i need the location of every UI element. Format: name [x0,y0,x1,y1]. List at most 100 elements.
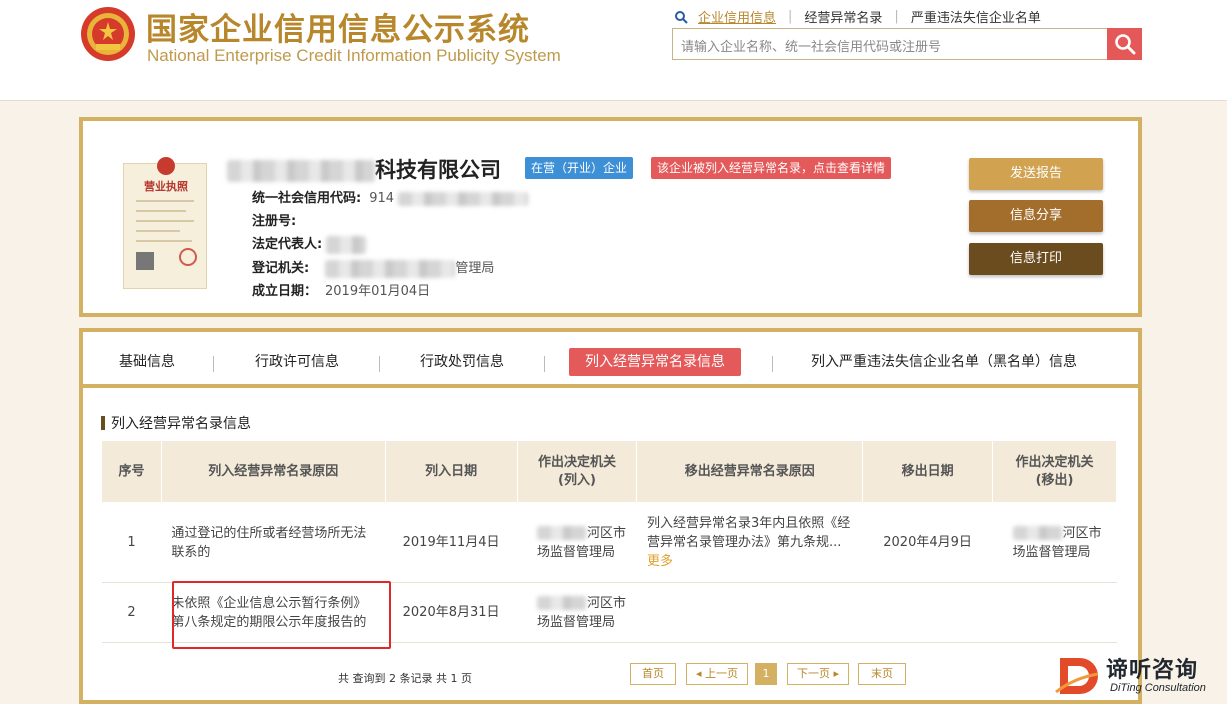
divider: | [788,9,793,24]
redacted-name [227,160,375,182]
th-authority-in: 作出决定机关(列入) [516,440,638,503]
redacted-authority [537,526,587,540]
table-header-row: 序号 列入经营异常名录原因 列入日期 作出决定机关(列入) 移出经营异常名录原因… [101,440,1117,503]
more-link[interactable]: 更多 [647,554,673,569]
prev-label: 上一页 [705,667,739,680]
license-line [136,240,192,242]
watermark-en: DiTing Consultation [1110,682,1206,694]
remove-reason-text: 列入经营异常名录3年内且依照《经营异常名录管理办法》第九条规... [646,516,851,550]
site-header: 国家企业信用信息公示系统 National Enterprise Credit … [0,0,1227,101]
cell-date: 2019年11月4日 [385,502,517,583]
credit-code-label: 统一社会信用代码: [252,191,362,206]
section-title-text: 列入经营异常名录信息 [111,416,251,432]
th-no: 序号 [101,440,162,503]
national-emblem-icon [81,7,135,61]
qr-code-icon [136,252,154,270]
th-authority-out: 作出决定机关(移出) [992,440,1117,503]
link-abnormal-list[interactable]: 经营异常名录 [804,7,882,26]
cell-reason: 通过登记的住所或者经营场所无法联系的 [161,502,386,583]
print-info-button[interactable]: 信息打印 [969,243,1103,275]
pager-summary: 共 查询到 2 条记录 共 1 页 [338,672,472,685]
tab-bar: 基础信息 行政许可信息 行政处罚信息 列入经营异常名录信息 列入严重违法失信企业… [83,332,1138,388]
site-title-cn: 国家企业信用信息公示系统 [146,12,530,48]
credit-code-value: 914 [369,191,395,206]
cell-remove-authority: 河区市场监督管理局 [992,502,1117,583]
business-license-image[interactable]: 营业执照 [123,157,207,289]
redacted-rep [326,235,367,254]
reg-no-row: 注册号: [252,210,296,229]
th-reason: 列入经营异常名录原因 [160,440,386,503]
detail-panel: 基础信息 行政许可信息 行政处罚信息 列入经营异常名录信息 列入严重违法失信企业… [79,328,1142,704]
reg-no-label: 注册号: [252,214,297,229]
abnormal-alert-badge[interactable]: 该企业被列入经营异常名录，点击查看详情 [651,157,892,179]
link-blacklist[interactable]: 严重违法失信企业名单 [911,7,1041,26]
company-card: 营业执照 科技有限公司 在营（开业）企业 该企业被列入经营异常名录，点击查看详情… [79,117,1142,317]
cell-no: 2 [101,582,162,643]
prev-page-button[interactable]: ◂ 上一页 [686,663,748,685]
tab-admin-license[interactable]: 行政许可信息 [255,348,339,376]
top-links: 企业信用信息 | 经营异常名录 | 严重违法失信企业名单 [674,7,1041,26]
tab-divider [772,356,773,372]
last-page-button[interactable]: 末页 [858,663,906,685]
th-date: 列入日期 [384,440,518,503]
th-remove-date: 移出日期 [862,440,994,503]
th-remove-reason: 移出经营异常名录原因 [636,440,864,503]
search-input[interactable]: 请输入企业名称、统一社会信用代码或注册号 [672,28,1108,60]
license-line [136,220,194,222]
authority-label: 登记机关: [252,261,310,276]
tab-admin-penalty[interactable]: 行政处罚信息 [420,348,504,376]
license-line [136,230,180,232]
first-page-button[interactable]: 首页 [630,663,676,685]
section-title: 列入经营异常名录信息 [101,413,251,433]
est-date-value: 2019年01月04日 [325,284,431,299]
license-line [136,210,186,212]
page-1-button[interactable]: 1 [755,663,777,685]
credit-code-row: 统一社会信用代码: 914 [252,187,529,206]
search-button[interactable] [1107,28,1142,60]
company-name-suffix: 科技有限公司 [375,158,501,182]
cell-remove-reason [636,582,863,643]
redacted-code [398,191,529,206]
cell-remove-authority [992,582,1117,643]
send-report-button[interactable]: 发送报告 [969,158,1103,190]
cell-authority: 河区市场监督管理局 [517,502,637,583]
magnifier-icon [1114,34,1135,55]
legal-rep-row: 法定代表人: [252,233,367,254]
license-line [136,200,194,202]
company-name: 科技有限公司 [227,154,501,184]
license-title: 营业执照 [144,180,188,193]
tab-blacklist[interactable]: 列入严重违法失信企业名单（黑名单）信息 [811,348,1077,376]
tab-basic-info[interactable]: 基础信息 [119,348,175,376]
authority-row: 登记机关: 管理局 [252,257,494,278]
cell-date: 2020年8月31日 [385,582,517,643]
tab-divider [379,356,380,372]
authority-value: 管理局 [455,261,495,276]
watermark-cn: 谛听咨询 [1106,658,1199,683]
cell-remove-date [862,582,993,643]
next-page-button[interactable]: 下一页 ▸ [787,663,849,685]
redacted-authority [1012,526,1063,540]
tab-divider [213,356,214,372]
est-date-row: 成立日期： 2019年01月04日 [252,280,430,299]
redacted-authority [537,596,587,610]
table-row: 1 通过登记的住所或者经营场所无法联系的 2019年11月4日 河区市场监督管理… [101,502,1117,583]
tab-abnormal-list[interactable]: 列入经营异常名录信息 [569,348,741,376]
cell-remove-date: 2020年4月9日 [862,502,993,583]
emblem-icon [157,157,175,175]
diting-logo-icon [1055,658,1099,694]
seal-icon [179,248,197,266]
est-date-label: 成立日期： [252,284,318,299]
share-info-button[interactable]: 信息分享 [969,200,1103,232]
link-credit-info[interactable]: 企业信用信息 [698,7,776,26]
legal-rep-label: 法定代表人: [252,237,323,252]
cell-authority: 河区市场监督管理局 [517,582,637,643]
cell-remove-reason: 列入经营异常名录3年内且依照《经营异常名录管理办法》第九条规... 更多 [636,502,863,583]
cell-no: 1 [101,502,162,583]
status-badge: 在营（开业）企业 [525,157,634,179]
next-label: 下一页 [796,667,830,680]
tab-divider [544,356,545,372]
redacted-authority [325,259,456,278]
site-title-en: National Enterprise Credit Information P… [147,46,561,65]
search-icon [675,10,688,24]
highlight-box [172,581,391,649]
